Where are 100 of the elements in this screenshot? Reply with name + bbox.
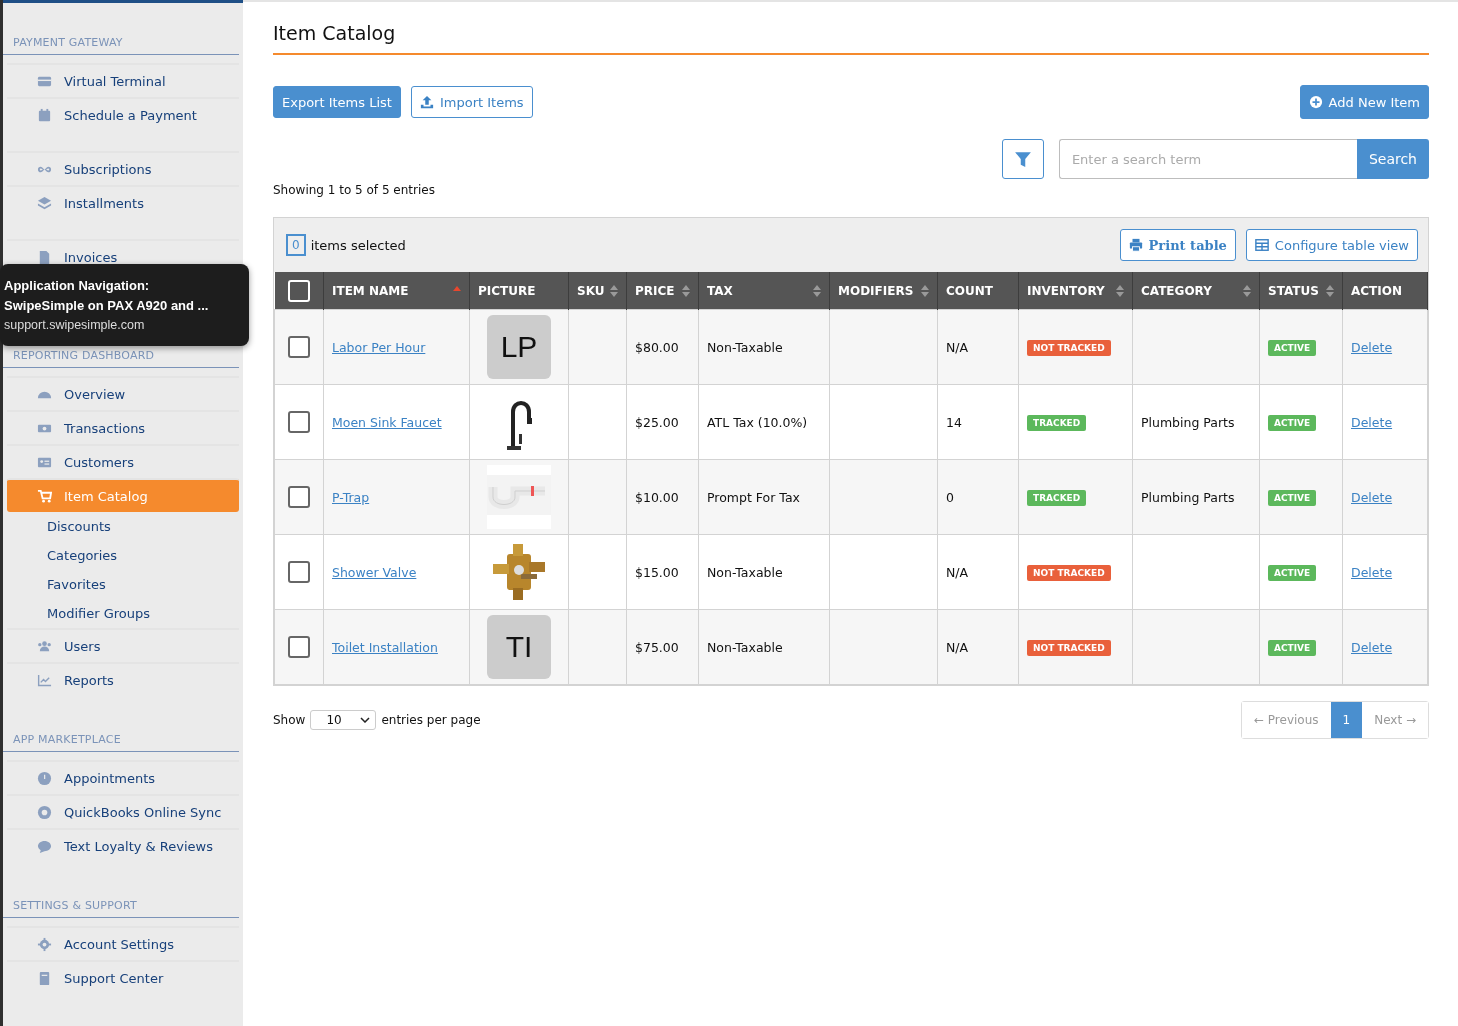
sidebar-item[interactable]: Overview (7, 376, 239, 410)
plus-icon (1308, 95, 1323, 109)
category-cell: Plumbing Parts (1141, 489, 1235, 505)
price-cell: $80.00 (626, 309, 699, 385)
layers-icon (37, 195, 52, 211)
filter-button[interactable] (1001, 139, 1044, 179)
sidebar-item[interactable]: Reports (7, 662, 239, 696)
sidebar-item[interactable]: Installments (7, 185, 239, 219)
inventory-badge: NOT TRACKED (1027, 339, 1111, 356)
tax-cell: Non-Taxable (698, 609, 830, 685)
column-header[interactable]: TAX (698, 272, 830, 310)
table-icon (1254, 238, 1269, 252)
price-cell: $10.00 (626, 459, 699, 535)
column-header[interactable]: PRICE (626, 272, 699, 310)
price-cell: $25.00 (626, 384, 699, 460)
sidebar-item[interactable]: Virtual Terminal (7, 63, 239, 97)
category-cell: Plumbing Parts (1141, 414, 1235, 430)
status-badge: ACTIVE (1268, 564, 1317, 581)
row-checkbox[interactable] (288, 486, 310, 508)
item-name-link[interactable]: Moen Sink Faucet (332, 414, 442, 430)
sidebar-item[interactable]: Transactions (7, 410, 239, 444)
sort-icon (610, 284, 618, 297)
column-header[interactable]: INVENTORY (1018, 272, 1133, 310)
import-button[interactable]: Import Items (410, 86, 533, 118)
chart-icon (37, 672, 52, 688)
sort-icon (1326, 284, 1334, 297)
column-header[interactable]: ACTION (1342, 272, 1428, 310)
tax-cell: Prompt For Tax (698, 459, 830, 535)
sidebar-item[interactable]: Appointments (7, 760, 239, 794)
status-badge: ACTIVE (1268, 414, 1317, 431)
clock-icon (37, 770, 52, 786)
tax-cell: Non-Taxable (698, 309, 830, 385)
doc-icon (37, 249, 52, 265)
book-icon (37, 970, 52, 986)
tax-cell: Non-Taxable (698, 534, 830, 610)
price-cell: $75.00 (626, 609, 699, 685)
configure-button[interactable]: Configure table view (1245, 229, 1418, 261)
count-cell: 0 (937, 459, 1019, 535)
column-header[interactable]: MODIFIERS (829, 272, 938, 310)
inventory-badge: NOT TRACKED (1027, 639, 1111, 656)
column-header[interactable]: PICTURE (469, 272, 569, 310)
inventory-badge: TRACKED (1027, 414, 1087, 431)
search-field[interactable]: Enter a search term (1058, 139, 1357, 179)
item-name-link[interactable]: Shower Valve (332, 564, 417, 580)
sort-icon (921, 284, 929, 297)
sort-icon (1116, 284, 1124, 297)
sidebar-item[interactable]: Discounts (7, 512, 239, 541)
page-size-select[interactable]: 10 (310, 710, 377, 730)
status-badge: ACTIVE (1268, 339, 1317, 356)
item-initials: TI (487, 615, 551, 679)
inventory-badge: NOT TRACKED (1027, 564, 1111, 581)
tooltip-url: support.swipesimple.com (4, 318, 146, 332)
status-badge: ACTIVE (1268, 489, 1317, 506)
sidebar-item[interactable]: Modifier Groups (7, 599, 239, 628)
delete-link[interactable]: Delete (1351, 414, 1393, 430)
sidebar-item[interactable]: Text Loyalty & Reviews (7, 828, 239, 862)
sidebar-item[interactable]: Schedule a Payment (7, 97, 239, 131)
delete-link[interactable]: Delete (1351, 564, 1393, 580)
sidebar-item[interactable]: Favorites (7, 570, 239, 599)
selected-label: items selected (310, 237, 406, 253)
delete-link[interactable]: Delete (1351, 639, 1393, 655)
sort-icon (682, 284, 690, 297)
tooltip-title: Application Navigation: (4, 277, 151, 295)
select-all-checkbox[interactable] (287, 279, 310, 302)
column-header[interactable]: CATEGORY (1132, 272, 1260, 310)
sidebar-item[interactable]: Categories (7, 541, 239, 570)
delete-link[interactable]: Delete (1351, 489, 1393, 505)
sidebar-item[interactable]: Support Center (7, 960, 239, 994)
sidebar-item[interactable]: Users (7, 628, 239, 662)
row-checkbox[interactable] (288, 336, 310, 358)
delete-link[interactable]: Delete (1351, 339, 1393, 355)
entries-info: Showing 1 to 5 of 5 entries (273, 183, 436, 197)
item-initials: LP (487, 315, 551, 379)
section-heading: APP MARKETPLACE (3, 733, 239, 752)
row-checkbox[interactable] (288, 561, 310, 583)
item-name-link[interactable]: P-Trap (332, 489, 370, 505)
chat-icon (37, 838, 52, 854)
count-cell: N/A (937, 609, 1019, 685)
price-cell: $15.00 (626, 534, 699, 610)
upload-icon (419, 95, 434, 109)
count-cell: N/A (937, 534, 1019, 610)
sidebar-item[interactable]: Subscriptions (7, 151, 239, 185)
sidebar-item[interactable]: Account Settings (7, 926, 239, 960)
item-name-link[interactable]: Labor Per Hour (332, 339, 426, 355)
sort-icon (1243, 284, 1251, 297)
section-heading: REPORTING DASHBOARD (3, 349, 239, 368)
column-header[interactable]: SKU (568, 272, 627, 310)
column-header[interactable]: COUNT (937, 272, 1019, 310)
column-header[interactable]: STATUS (1259, 272, 1343, 310)
show-label: Show (273, 713, 306, 727)
sidebar-item[interactable]: QuickBooks Online Sync (7, 794, 239, 828)
inventory-badge: TRACKED (1027, 489, 1087, 506)
print-button[interactable]: Print table (1119, 229, 1236, 261)
row-checkbox[interactable] (288, 411, 310, 433)
row-checkbox[interactable] (288, 636, 310, 658)
cart-icon (37, 488, 52, 504)
item-name-link[interactable]: Toilet Installation (332, 639, 438, 655)
printer-icon (1128, 238, 1143, 252)
column-header[interactable]: ITEM NAME (323, 272, 470, 310)
section-heading: SETTINGS & SUPPORT (3, 899, 239, 918)
